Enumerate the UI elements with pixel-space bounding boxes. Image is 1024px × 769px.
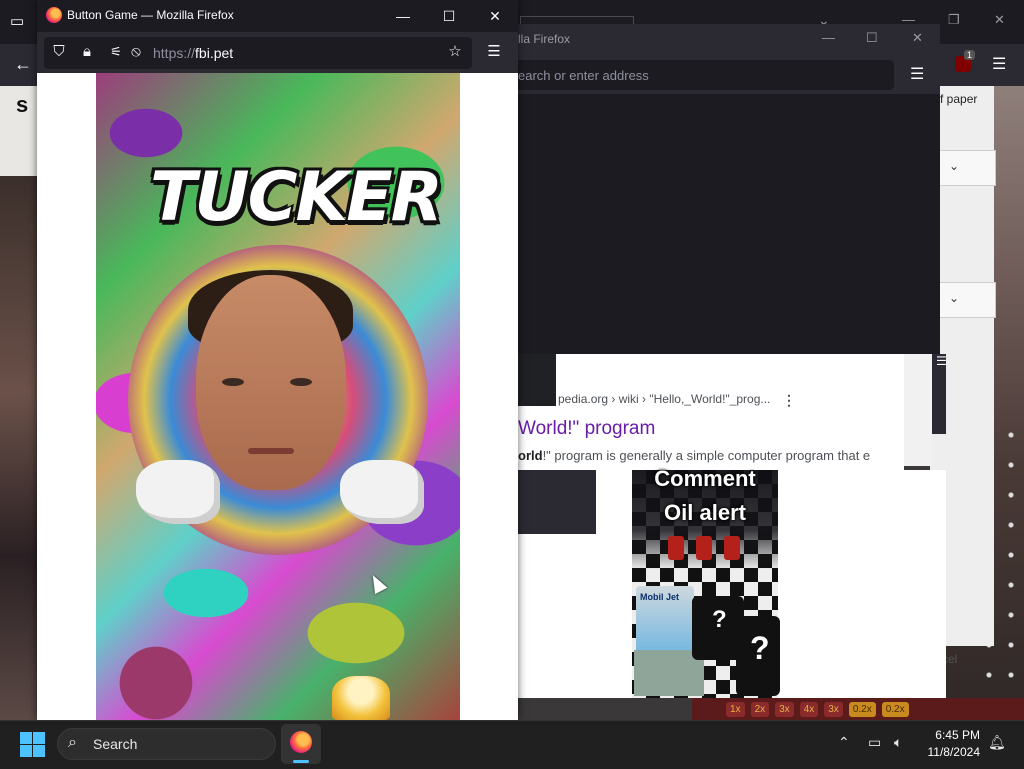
lock-icon[interactable]: 🔒︎ <box>75 36 99 68</box>
tracking-shield-icon[interactable]: ⛉ <box>47 36 71 68</box>
portrait-eye <box>222 378 244 386</box>
tab-list-icon[interactable]: ▭ <box>10 12 24 30</box>
video-window-dark-panel <box>518 470 596 534</box>
popcorn-emoji <box>332 676 390 720</box>
video-caption-line1: Comment <box>654 466 756 491</box>
search-result-scroll-area <box>904 354 932 466</box>
windows-logo-icon <box>20 732 32 744</box>
portrait-eye <box>290 378 312 386</box>
active-app-indicator <box>293 760 309 763</box>
oil-barrel-icon <box>724 536 740 560</box>
portrait-face <box>196 275 346 490</box>
second-window-content <box>500 94 940 354</box>
search-result-title-link[interactable]: World!" program <box>518 418 655 440</box>
bg-menu-icon[interactable]: ☰ <box>992 54 1006 74</box>
cartoon-glove-right <box>340 460 424 524</box>
minimize-button[interactable]: — <box>380 0 426 32</box>
description-bold: orld <box>518 448 543 463</box>
cartoon-glove-left <box>136 460 220 524</box>
url-host: fbi.pet <box>195 45 234 61</box>
search-icon: ⌕ <box>68 734 77 751</box>
background-image-strip <box>0 176 38 720</box>
bet-cell[interactable]: 4x <box>799 701 819 717</box>
second-window-maximize-button[interactable]: ☐ <box>866 30 878 46</box>
search-result-more-icon[interactable]: ⋮ <box>782 392 796 409</box>
network-icon[interactable]: ▭ <box>868 734 881 751</box>
bookmark-star-icon[interactable]: ☆ <box>443 36 467 68</box>
search-result-description: orld!" program is generally a simple com… <box>518 448 904 463</box>
clock-time[interactable]: 6:45 PM <box>924 728 980 742</box>
maximize-button[interactable]: ☐ <box>426 0 472 32</box>
address-placeholder: earch or enter address <box>518 68 649 83</box>
oil-barrel-icon <box>696 536 712 560</box>
page-heading: TUCKER <box>150 158 443 237</box>
bet-cell[interactable]: 0.2x <box>881 701 909 717</box>
windows-logo-icon <box>33 732 45 744</box>
bg-restore-button[interactable]: ❐ <box>948 12 960 28</box>
bet-cell[interactable]: 2x <box>750 701 770 717</box>
video-caption-line2: Oil alert <box>664 500 746 525</box>
window-title: Button Game — Mozilla Firefox <box>67 8 234 22</box>
question-mark: ? <box>712 606 727 633</box>
second-window-title: lla Firefox <box>518 32 571 46</box>
second-window-minimize-button[interactable]: — <box>822 30 835 45</box>
autoplay-blocked-icon[interactable]: ⦸ <box>124 36 148 68</box>
url-scheme: https:// <box>153 45 196 61</box>
question-mark: ? <box>750 630 770 666</box>
firefox-icon <box>290 731 312 753</box>
third-window-menu-icon[interactable]: ☰ <box>936 354 947 368</box>
bg-close-button[interactable]: ✕ <box>994 12 1005 28</box>
taskbar-search-box[interactable] <box>57 728 276 760</box>
bet-multiplier-row: 1x 2x 3x 4x 3x 0.2x 0.2x <box>692 698 1024 720</box>
background-page-letters: s <box>16 92 29 117</box>
description-rest: !" program is generally a simple compute… <box>542 448 871 463</box>
close-button[interactable]: ✕ <box>472 0 518 32</box>
bet-cell[interactable]: 3x <box>824 701 843 717</box>
clock-date[interactable]: 11/8/2024 <box>918 745 981 759</box>
app-menu-icon[interactable]: ☰ <box>482 36 506 68</box>
oil-can-label: Mobil Jet <box>640 592 680 602</box>
volume-muted-icon[interactable]: 🔈︎ <box>894 734 902 751</box>
second-window-close-button[interactable]: ✕ <box>912 30 923 46</box>
windows-logo-icon <box>20 745 32 757</box>
second-window-menu-icon[interactable]: ☰ <box>910 64 924 84</box>
background-dialog-text: f paper <box>940 92 978 106</box>
bet-cell[interactable]: 3x <box>775 701 794 717</box>
url-text[interactable]: https://fbi.pet <box>153 45 233 61</box>
tray-overflow-chevron-icon[interactable]: ⌃ <box>838 734 850 751</box>
bet-cell[interactable]: 0.2x <box>848 701 876 717</box>
bet-cell[interactable]: 1x <box>726 701 745 717</box>
ublock-badge: 1 <box>964 50 976 60</box>
second-window-address-bar[interactable]: earch or enter address <box>506 60 894 90</box>
start-button[interactable] <box>18 730 46 758</box>
tshirt-image: ? <box>736 616 780 696</box>
notification-bell-icon[interactable]: 🔔︎ <box>988 734 1006 751</box>
search-result-breadcrumb[interactable]: pedia.org › wiki › "Hello,_World!"_prog.… <box>558 392 770 406</box>
search-result-dark-corner <box>518 354 556 406</box>
firefox-logo-icon <box>46 7 62 23</box>
taskbar-search-label: Search <box>93 736 138 752</box>
background-dropdown-2[interactable]: ⌄ <box>938 282 996 318</box>
windows-logo-icon <box>33 745 45 757</box>
oil-barrel-icon <box>668 536 684 560</box>
back-arrow-icon[interactable]: ← <box>14 54 32 75</box>
portrait-mouth <box>248 448 294 454</box>
background-dropdown-1[interactable]: ⌄ <box>938 150 996 186</box>
